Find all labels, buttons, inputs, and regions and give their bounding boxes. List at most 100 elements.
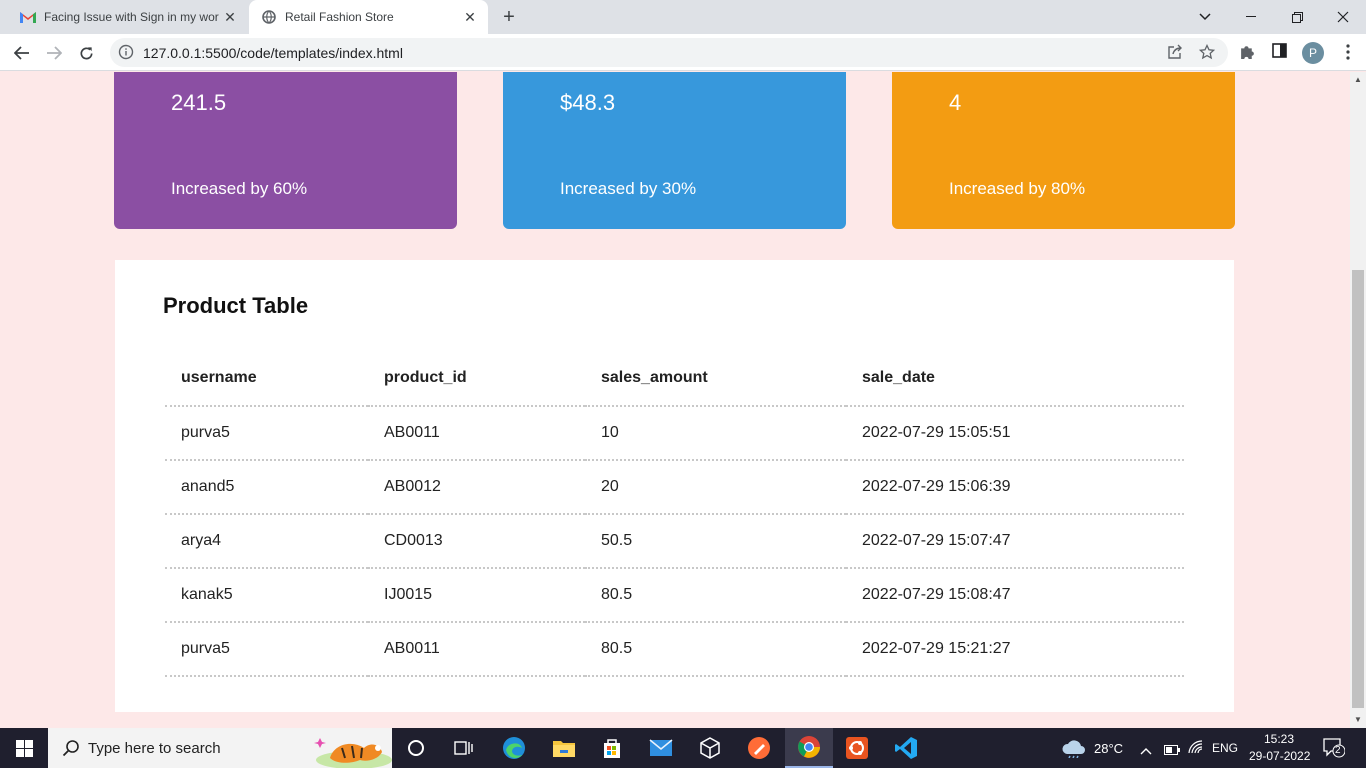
tab-title: Facing Issue with Sign in my worl	[44, 10, 219, 24]
bookmark-star-icon[interactable]	[1198, 43, 1216, 65]
cell-sales-amount: 50.5	[585, 514, 846, 569]
reload-icon[interactable]	[72, 39, 100, 67]
extensions-puzzle-icon[interactable]	[1239, 43, 1256, 65]
address-bar[interactable]: 127.0.0.1:5500/code/templates/index.html	[110, 38, 1228, 67]
windows-start-icon[interactable]	[0, 728, 48, 768]
restore-icon[interactable]	[1274, 0, 1320, 34]
cell-username: purva5	[165, 406, 368, 461]
page-scrollbar[interactable]: ▲ ▼	[1350, 72, 1366, 728]
stat-trend: Increased by 60%	[171, 179, 308, 198]
clock-date[interactable]: 29-07-2022	[1249, 749, 1310, 763]
cell-sales-amount: 20	[585, 460, 846, 515]
close-icon[interactable]: ✕	[462, 9, 478, 25]
ubuntu-icon[interactable]	[833, 728, 881, 768]
product-table: username product_id sales_amount sale_da…	[165, 350, 1184, 677]
cell-sales-amount: 10	[585, 406, 846, 461]
weather-temperature: 28°C	[1094, 741, 1124, 756]
microsoft-store-icon[interactable]	[588, 728, 636, 768]
stat-value: $48.3	[560, 90, 616, 115]
cube-app-icon[interactable]	[686, 728, 734, 768]
cell-product-id: IJ0015	[368, 568, 585, 623]
cell-username: arya4	[165, 514, 368, 569]
scroll-down-icon[interactable]: ▼	[1354, 715, 1362, 724]
cell-sale-date: 2022-07-29 15:07:47	[846, 514, 1184, 569]
cell-product-id: AB0011	[368, 406, 585, 461]
table-row: kanak5 IJ0015 80.5 2022-07-29 15:08:47	[165, 568, 1184, 623]
weather-cloud-icon[interactable]	[1061, 738, 1087, 763]
cell-sales-amount: 80.5	[585, 568, 846, 623]
windows-taskbar: Type here to search 28°C ENG 15:23 29-07…	[0, 728, 1366, 768]
chrome-icon[interactable]	[785, 728, 833, 768]
cell-sale-date: 2022-07-29 15:21:27	[846, 622, 1184, 677]
cell-sale-date: 2022-07-29 15:05:51	[846, 406, 1184, 461]
gmail-icon	[20, 9, 36, 25]
profile-avatar[interactable]: P	[1302, 42, 1324, 64]
tab-gmail[interactable]: Facing Issue with Sign in my worl ✕	[8, 0, 248, 34]
tab-strip: Facing Issue with Sign in my worl ✕ Reta…	[0, 0, 1366, 34]
table-row: purva5 AB0011 80.5 2022-07-29 15:21:27	[165, 622, 1184, 677]
table-row: purva5 AB0011 10 2022-07-29 15:05:51	[165, 406, 1184, 461]
edge-icon[interactable]	[490, 728, 538, 768]
cell-sale-date: 2022-07-29 15:08:47	[846, 568, 1184, 623]
stat-value: 241.5	[171, 90, 227, 115]
browser-toolbar: 127.0.0.1:5500/code/templates/index.html…	[0, 34, 1366, 71]
cell-username: anand5	[165, 460, 368, 515]
side-panel-icon[interactable]	[1272, 43, 1287, 63]
stat-value: 4	[949, 90, 962, 115]
minimize-icon[interactable]	[1228, 0, 1274, 34]
scrollbar-thumb[interactable]	[1352, 270, 1364, 708]
search-highlight-illustration	[312, 728, 392, 768]
cortana-icon[interactable]	[392, 728, 440, 768]
table-row: arya4 CD0013 50.5 2022-07-29 15:07:47	[165, 514, 1184, 569]
wifi-icon[interactable]	[1188, 740, 1204, 759]
stat-card-2: $48.3 Increased by 30%	[503, 72, 846, 229]
clock-time[interactable]: 15:23	[1264, 732, 1294, 746]
cell-product-id: AB0011	[368, 622, 585, 677]
forward-icon[interactable]	[40, 39, 68, 67]
stat-card-1: 241.5 Increased by 60%	[114, 72, 457, 229]
page-content: 241.5 Increased by 60% $48.3 Increased b…	[0, 72, 1350, 728]
share-icon[interactable]	[1167, 44, 1183, 65]
table-header-row: username product_id sales_amount sale_da…	[165, 350, 1184, 407]
tab-title: Retail Fashion Store	[285, 10, 394, 24]
table-row: anand5 AB0012 20 2022-07-29 15:06:39	[165, 460, 1184, 515]
stat-trend: Increased by 30%	[560, 179, 697, 198]
back-icon[interactable]	[8, 39, 36, 67]
cell-product-id: AB0012	[368, 460, 585, 515]
new-tab-icon[interactable]: +	[498, 6, 520, 28]
notification-icon[interactable]: 2	[1323, 738, 1346, 758]
info-icon[interactable]	[118, 44, 134, 65]
taskbar-search-box[interactable]: Type here to search	[48, 728, 392, 768]
stat-card-3: 4 Increased by 80%	[892, 72, 1235, 229]
postman-icon[interactable]	[735, 728, 783, 768]
notification-count: 2	[1335, 745, 1341, 756]
product-table-panel: Product Table username product_id sales_…	[115, 260, 1234, 712]
column-header-username: username	[165, 350, 368, 407]
language-indicator[interactable]: ENG	[1212, 741, 1238, 755]
task-view-icon[interactable]	[440, 728, 488, 768]
mail-icon[interactable]	[637, 728, 685, 768]
search-icon	[62, 739, 80, 762]
panel-title: Product Table	[163, 293, 309, 318]
scroll-up-icon[interactable]: ▲	[1354, 75, 1362, 84]
globe-icon	[261, 9, 277, 25]
cell-username: kanak5	[165, 568, 368, 623]
close-icon[interactable]: ✕	[222, 9, 238, 25]
search-placeholder: Type here to search	[88, 740, 221, 757]
battery-icon[interactable]	[1164, 742, 1180, 760]
cell-sale-date: 2022-07-29 15:06:39	[846, 460, 1184, 515]
file-explorer-icon[interactable]	[540, 728, 588, 768]
tab-retail-fashion-store[interactable]: Retail Fashion Store ✕	[249, 0, 488, 34]
cell-username: purva5	[165, 622, 368, 677]
vscode-icon[interactable]	[882, 728, 930, 768]
menu-kebab-icon[interactable]	[1346, 44, 1350, 65]
url-text: 127.0.0.1:5500/code/templates/index.html	[143, 45, 403, 61]
close-window-icon[interactable]	[1320, 0, 1366, 34]
cell-sales-amount: 80.5	[585, 622, 846, 677]
column-header-sale-date: sale_date	[846, 350, 1184, 407]
tab-search-chevron-icon[interactable]	[1182, 0, 1228, 34]
column-header-product-id: product_id	[368, 350, 585, 407]
cell-product-id: CD0013	[368, 514, 585, 569]
tray-chevron-up-icon[interactable]	[1140, 742, 1152, 760]
column-header-sales-amount: sales_amount	[585, 350, 846, 407]
